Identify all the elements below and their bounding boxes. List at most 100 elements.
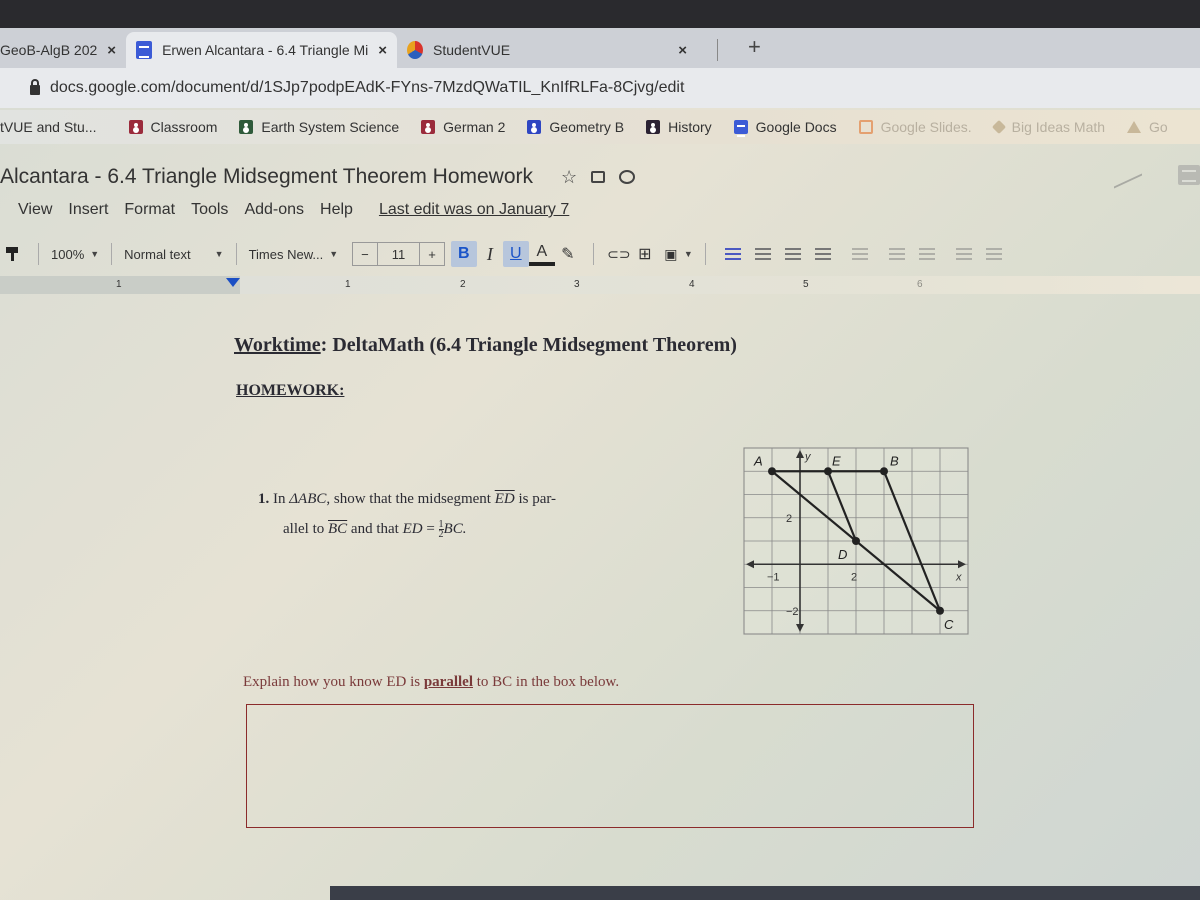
answer-box[interactable] (246, 704, 974, 828)
problem-number: 1. (258, 491, 270, 507)
address-bar[interactable]: docs.google.com/document/d/1SJp7podpEAdK… (0, 68, 1200, 108)
line-spacing-icon[interactable] (851, 248, 868, 260)
segment-ed: ED (494, 491, 515, 507)
bookmark-history[interactable]: History (646, 119, 712, 135)
segment-bc: BC (328, 521, 348, 537)
insert-image-icon[interactable]: ▣ (658, 241, 684, 267)
tab-studentvue[interactable]: StudentVUE × (397, 32, 697, 68)
worktime-text: : DeltaMath (6.4 Triangle Midsegment The… (320, 334, 737, 356)
bookmarks-bar: tVUE and Stu... Classroom Earth System S… (0, 110, 1200, 144)
chevron-down-icon[interactable]: ▼ (684, 249, 693, 259)
doc-title[interactable]: Alcantara - 6.4 Triangle Midsegment Theo… (0, 165, 533, 189)
menu-view[interactable]: View (18, 201, 52, 219)
menu-tools[interactable]: Tools (191, 201, 228, 219)
bookmark-big-ideas-math[interactable]: Big Ideas Math (991, 119, 1106, 135)
bold-button[interactable]: B (450, 241, 477, 267)
point-e (824, 467, 832, 476)
link-icon[interactable]: ⊂⊃ (606, 241, 632, 267)
style-select[interactable]: Normal text ▼ (124, 247, 223, 262)
menu-add-ons[interactable]: Add-ons (244, 201, 304, 219)
toolbar-divider (235, 243, 237, 265)
chevron-down-icon: ▼ (329, 249, 339, 259)
point-label-c: C (944, 617, 954, 632)
bookmark-label: History (668, 119, 712, 135)
bookmark-google-slides[interactable]: Google Slides. (858, 119, 972, 135)
paint-format-icon[interactable] (6, 247, 18, 261)
bookmark-label: Go (1149, 119, 1168, 135)
chevron-down-icon: ▼ (214, 249, 224, 259)
ruler[interactable]: 1 1 2 3 4 5 6 (0, 276, 1200, 294)
font-select[interactable]: Times New... ▼ (249, 247, 339, 262)
screen-bezel (0, 0, 1200, 28)
new-tab-button[interactable]: + (748, 34, 761, 68)
increase-font-size-button[interactable]: + (420, 243, 444, 265)
url-text[interactable]: docs.google.com/document/d/1SJp7podpEAdK… (50, 79, 684, 97)
bulleted-list-icon[interactable] (918, 248, 935, 260)
highlight-icon[interactable]: ✎ (555, 241, 581, 267)
tab-strip: GeoB-AlgB 202 × Erwen Alcantara - 6.4 Tr… (0, 28, 1200, 68)
zoom-select[interactable]: 100% ▼ (51, 247, 99, 262)
bookmark-classroom[interactable]: Classroom (128, 119, 217, 135)
chevron-down-icon: ▼ (90, 249, 100, 259)
menu-insert[interactable]: Insert (68, 201, 108, 219)
underline-button[interactable]: U (502, 241, 529, 267)
ruler-label: 4 (689, 279, 695, 290)
bookmark-label: Google Docs (755, 119, 837, 135)
classroom-icon (128, 120, 143, 134)
point-b (880, 467, 888, 476)
toolbar-divider (592, 243, 594, 265)
justify-icon[interactable] (814, 248, 831, 260)
align-center-icon[interactable] (754, 248, 771, 260)
triangle-label: ΔABC (289, 491, 327, 507)
align-right-icon[interactable] (784, 248, 801, 260)
bookmark-german-2[interactable]: German 2 (421, 119, 505, 135)
align-left-icon[interactable] (724, 248, 741, 260)
cloud-status-icon[interactable] (619, 170, 636, 184)
close-icon[interactable]: × (678, 42, 687, 59)
move-folder-icon[interactable] (591, 171, 606, 183)
font-size-input[interactable]: 11 (378, 243, 421, 265)
bookmark-label: tVUE and Stu... (0, 119, 97, 135)
zoom-value: 100% (51, 246, 85, 262)
italic-button[interactable]: I (477, 241, 503, 267)
add-comment-icon[interactable]: ⊞ (632, 241, 658, 267)
classroom-icon (646, 120, 661, 134)
bookmark-drive[interactable]: Go (1127, 119, 1168, 135)
homework-heading: HOMEWORK: (236, 382, 345, 399)
activity-trend-icon[interactable] (1114, 161, 1142, 189)
ruler-label: 6 (917, 279, 923, 290)
close-icon[interactable]: × (378, 42, 387, 59)
decrease-indent-icon[interactable] (955, 248, 972, 260)
ruler-label: 1 (116, 279, 122, 290)
bookmark-label: Big Ideas Math (1011, 119, 1106, 135)
star-icon[interactable]: ☆ (561, 167, 577, 188)
increase-indent-icon[interactable] (985, 248, 1002, 260)
text-color-button[interactable]: A (528, 242, 555, 266)
bookmark-earth-science[interactable]: Earth System Science (239, 119, 399, 135)
worktime-label: Worktime (234, 334, 321, 356)
document-page[interactable]: Worktime: DeltaMath (6.4 Triangle Midseg… (0, 296, 1200, 900)
studentvue-icon (407, 41, 424, 59)
menu-help[interactable]: Help (320, 201, 353, 219)
comments-icon[interactable] (1178, 165, 1200, 185)
menu-format[interactable]: Format (124, 201, 175, 219)
point-d (852, 537, 860, 545)
last-edit-link[interactable]: Last edit was on January 7 (379, 201, 569, 219)
tab-doc[interactable]: Erwen Alcantara - 6.4 Triangle Mi × (126, 32, 398, 68)
point-label-e: E (832, 453, 841, 468)
prompt-text: Explain how you know ED is (243, 674, 424, 690)
bookmark-google-docs[interactable]: Google Docs (733, 119, 837, 137)
bookmark-studentvue[interactable]: tVUE and Stu... (0, 119, 97, 135)
bookmark-geometry-b[interactable]: Geometry B (527, 119, 624, 135)
indent-marker[interactable] (226, 278, 240, 287)
numbered-list-icon[interactable] (888, 248, 905, 260)
problem-text: is par- (514, 491, 557, 507)
point-c (936, 606, 944, 615)
ruler-label: 1 (345, 279, 351, 290)
decrease-font-size-button[interactable]: − (353, 243, 378, 265)
close-icon[interactable]: × (107, 42, 116, 59)
problem-text: and that (347, 521, 403, 537)
prompt-text: to BC in the box below. (473, 674, 620, 690)
tab-geob-algb[interactable]: GeoB-AlgB 202 × (0, 32, 126, 68)
explain-prompt: Explain how you know ED is parallel to B… (243, 674, 619, 691)
